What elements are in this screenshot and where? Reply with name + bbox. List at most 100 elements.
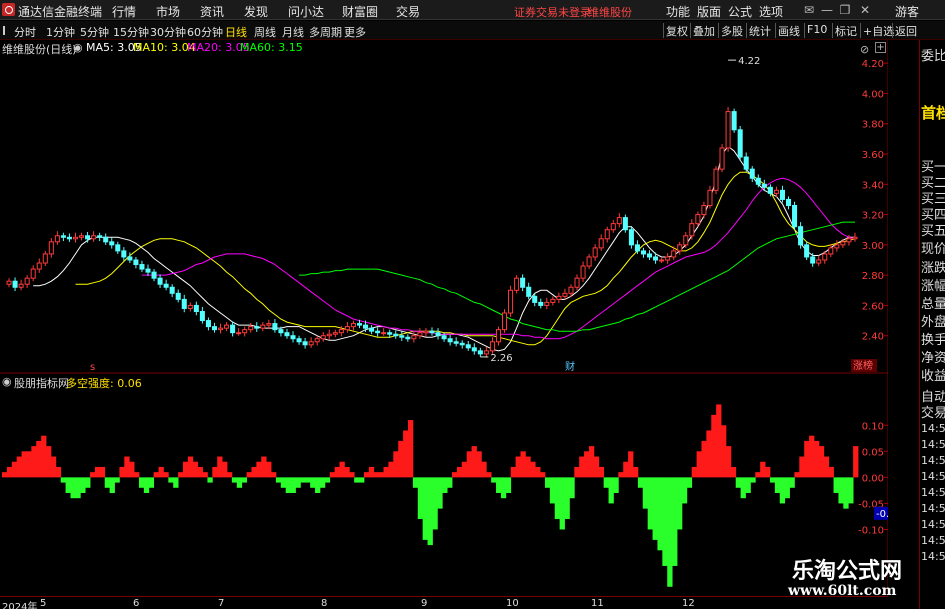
menu-options[interactable]: 选项 — [759, 3, 783, 20]
back-button[interactable]: 返回 — [892, 23, 919, 38]
menu-bar: 通达信金融终端 行情 市场 资讯 发现 问小达 财富圈 交易 证券交易未登录 维… — [0, 0, 945, 20]
login-status[interactable]: 证券交易未登录 — [514, 4, 591, 20]
mark-button[interactable]: 标记 — [832, 23, 859, 38]
price-tick-label: 3.00 — [862, 241, 884, 252]
close-icon[interactable]: ✕ — [856, 2, 874, 18]
menu-trade[interactable]: 交易 — [396, 3, 420, 20]
gear-icon[interactable]: ⊘ — [860, 43, 869, 56]
menu-quotes[interactable]: 行情 — [112, 3, 136, 20]
oscillator-bar — [207, 477, 213, 483]
price-tick-label: 3.80 — [862, 120, 884, 131]
date-label: 12 — [682, 598, 695, 609]
oscillator-bar — [760, 461, 766, 478]
oscillator-chart[interactable]: 0.100.050.00-0.05-0.10 -0.07 — [0, 374, 888, 596]
oscillator-bar — [613, 477, 619, 493]
oscillator-bar — [222, 461, 228, 478]
oscillator-bar — [212, 466, 218, 478]
tab-daily[interactable]: 日线 — [225, 24, 247, 40]
current-value-badge: -0.07 — [876, 509, 888, 520]
side-panel-item: 收益 — [921, 369, 945, 384]
tab-multi-period[interactable]: 多周期 — [309, 24, 342, 40]
menu-news[interactable]: 资讯 — [200, 3, 224, 20]
candle-body — [30, 268, 36, 279]
tab-5min[interactable]: 5分钟 — [80, 24, 109, 40]
multi-stock-button[interactable]: 多股 — [718, 23, 745, 38]
indicator-name: 股朋指标网 — [14, 377, 69, 390]
window-controls: ✉ — ❐ ✕ — [800, 2, 892, 18]
watermark: 乐淘公式网 www.60lt.com — [782, 553, 922, 603]
menu-formula[interactable]: 公式 — [728, 3, 752, 20]
menu-market[interactable]: 市场 — [156, 3, 180, 20]
candle-body — [562, 292, 568, 297]
candlestick-chart[interactable]: 4.20 4.00 3.80 3.60 3.40 3.20 3.00 2.80 2.60 2.40… — [0, 40, 888, 374]
menu-wealth-circle[interactable]: 财富圈 — [342, 3, 378, 20]
overlay-button[interactable]: 叠加 — [690, 23, 717, 38]
candle-body — [574, 277, 580, 288]
indicator-toggle-icon[interactable]: ◉ — [2, 375, 12, 388]
candle-body — [272, 323, 278, 331]
oscillator-bar — [315, 477, 321, 493]
add-indicator-icon[interactable]: + — [875, 42, 886, 53]
oscillator-bar — [779, 477, 786, 504]
side-panel-item: 14:56 — [921, 518, 945, 531]
oscillator-bar — [256, 461, 262, 478]
oscillator-bar — [515, 456, 521, 478]
candle-body — [133, 259, 139, 266]
oscillator-bar — [730, 466, 737, 478]
minimize-icon[interactable]: — — [818, 2, 836, 18]
candle-body — [109, 241, 115, 246]
candle-body — [634, 244, 640, 252]
candle-body — [441, 335, 447, 340]
candle-body — [211, 326, 217, 331]
oscillator-bar — [486, 472, 492, 478]
tab-1min[interactable]: 1分钟 — [46, 24, 75, 40]
candle-body — [665, 256, 671, 261]
menu-discover[interactable]: 发现 — [244, 3, 268, 20]
oscillator-bar — [662, 477, 668, 566]
f10-button[interactable]: F10 — [804, 23, 829, 38]
candle-body — [604, 229, 610, 240]
side-panel-item: 14:56 — [921, 550, 945, 563]
menu-ask-xiaoda[interactable]: 问小达 — [288, 3, 324, 20]
add-watchlist-button[interactable]: +自选 — [860, 23, 896, 38]
candle-body — [393, 333, 399, 337]
candle-body — [169, 286, 175, 294]
tab-monthly[interactable]: 月线 — [282, 24, 304, 40]
message-icon[interactable]: ✉ — [800, 2, 818, 18]
oscillator-bar — [608, 477, 614, 504]
sub-tick-label: -0.10 — [858, 525, 884, 536]
side-panel-item: 交易 — [921, 406, 945, 421]
tab-more[interactable]: 更多 — [344, 24, 366, 40]
guest-label[interactable]: 游客 — [895, 3, 919, 20]
restore-icon[interactable]: ❐ — [836, 2, 854, 18]
tab-60min[interactable]: 60分钟 — [187, 24, 223, 40]
side-panel-item: 14:56 — [921, 470, 945, 483]
candle-body — [514, 277, 520, 291]
tab-weekly[interactable]: 周线 — [254, 24, 276, 40]
oscillator-bar — [90, 472, 96, 478]
oscillator-bar — [544, 477, 551, 488]
oscillator-bar — [535, 466, 541, 478]
menu-layout[interactable]: 版面 — [697, 3, 721, 20]
draw-line-button[interactable]: 画线 — [775, 23, 802, 38]
menu-function[interactable]: 功能 — [666, 3, 690, 20]
tab-30min[interactable]: 30分钟 — [150, 24, 186, 40]
stats-button[interactable]: 统计 — [746, 23, 773, 38]
oscillator-bar — [769, 477, 776, 483]
oscillator-bar — [50, 456, 57, 478]
candle-body — [121, 250, 127, 258]
candle-body — [647, 253, 653, 258]
oscillator-bar — [403, 430, 409, 478]
chevron-down-icon[interactable]: ◉ — [73, 41, 83, 54]
ma60-label: MA60: 3.15 — [240, 41, 303, 54]
oscillator-bar — [564, 477, 570, 520]
oscillator-bar — [828, 466, 834, 478]
adjust-button[interactable]: 复权 — [663, 23, 690, 38]
oscillator-bar — [393, 451, 399, 478]
tab-timeshare[interactable]: 分时 — [14, 24, 36, 40]
oscillator-bar — [114, 477, 120, 483]
tab-15min[interactable]: 15分钟 — [113, 24, 149, 40]
oscillator-bar — [569, 477, 575, 499]
candle-body — [743, 156, 749, 170]
candle-body — [701, 204, 707, 216]
